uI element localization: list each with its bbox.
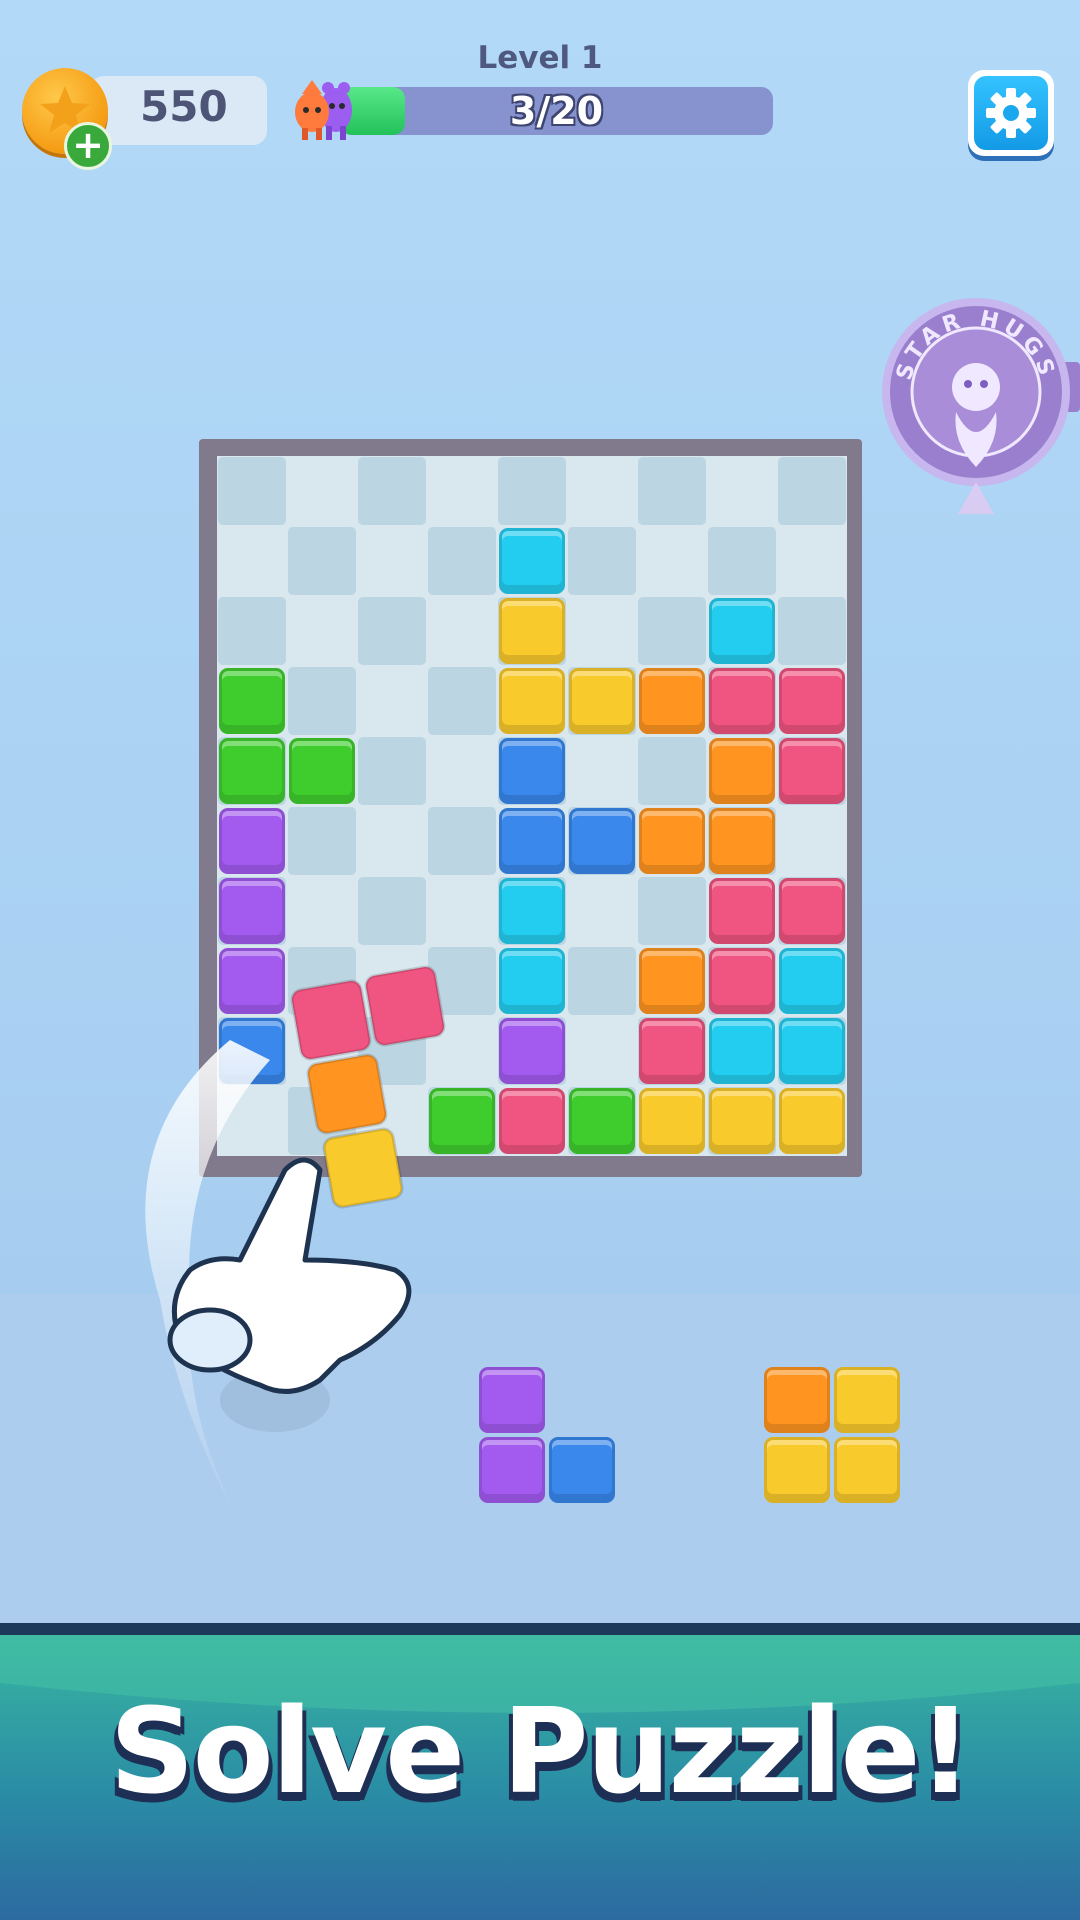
pointing-hand-icon [145, 1040, 412, 1540]
board-block-blue [499, 808, 565, 874]
grid-cell [288, 667, 356, 735]
tray-piece-2[interactable] [764, 1367, 904, 1507]
board-block-orange [709, 808, 775, 874]
board-block-cyan [779, 1018, 845, 1084]
grid-cell [708, 527, 776, 595]
board-block-green [569, 1088, 635, 1154]
grid-cell [428, 807, 496, 875]
banner-title: Solve Puzzle! [109, 1682, 973, 1820]
board-block-yellow [779, 1088, 845, 1154]
grid-cell [778, 457, 846, 525]
tray-block-yellow [834, 1437, 900, 1503]
grid-cell [498, 457, 566, 525]
board-block-blue [569, 808, 635, 874]
grid-cell [638, 877, 706, 945]
board-block-green [289, 738, 355, 804]
board-block-blue [499, 738, 565, 804]
board-block-green [219, 738, 285, 804]
grid-cell [638, 457, 706, 525]
tray-block-purple [479, 1367, 545, 1433]
grid-cell [568, 947, 636, 1015]
coin-amount: 550 [140, 82, 228, 131]
progress-text: 3/20 [509, 89, 604, 133]
board-block-yellow [709, 1088, 775, 1154]
mascot-duo-icon [288, 74, 358, 144]
grid-cell [218, 457, 286, 525]
level-progress-bar: 3/20 [340, 87, 773, 135]
board-block-pink [709, 878, 775, 944]
grid-cell [568, 527, 636, 595]
star-hugs-badge[interactable]: STAR HUGS [880, 292, 1080, 522]
grid-cell [288, 807, 356, 875]
board-block-pink [709, 668, 775, 734]
board-block-yellow [639, 1088, 705, 1154]
tray-block-blue [549, 1437, 615, 1503]
board-block-cyan [779, 948, 845, 1014]
grid-cell [218, 597, 286, 665]
add-coins-button[interactable]: + [64, 122, 112, 170]
board-block-cyan [709, 598, 775, 664]
tray-block-orange [764, 1367, 830, 1433]
board-block-cyan [499, 948, 565, 1014]
level-title: Level 1 [477, 40, 603, 76]
grid-cell [358, 737, 426, 805]
gear-icon [986, 88, 1036, 138]
tray-block-purple [479, 1437, 545, 1503]
board-block-purple [499, 1018, 565, 1084]
board-block-cyan [499, 528, 565, 594]
grid-cell [358, 597, 426, 665]
board-block-orange [639, 948, 705, 1014]
plus-icon: + [72, 123, 104, 167]
board-block-pink [639, 1018, 705, 1084]
board-block-pink [779, 738, 845, 804]
board-block-pink [709, 948, 775, 1014]
tray-block-yellow [834, 1367, 900, 1433]
board-block-purple [219, 878, 285, 944]
grid-cell [428, 667, 496, 735]
board-block-cyan [499, 878, 565, 944]
board-block-pink [779, 878, 845, 944]
board-block-purple [219, 808, 285, 874]
grid-cell [358, 877, 426, 945]
board-block-yellow [499, 668, 565, 734]
board-block-orange [639, 668, 705, 734]
board-block-pink [779, 668, 845, 734]
settings-button[interactable] [968, 70, 1054, 156]
board-block-green [219, 668, 285, 734]
board-block-cyan [709, 1018, 775, 1084]
grid-cell [358, 457, 426, 525]
board-block-orange [639, 808, 705, 874]
board-block-yellow [569, 668, 635, 734]
grid-cell [288, 527, 356, 595]
board-block-pink [499, 1088, 565, 1154]
grid-cell [638, 737, 706, 805]
board-block-yellow [499, 598, 565, 664]
tray-block-yellow [764, 1437, 830, 1503]
grid-cell [428, 527, 496, 595]
grid-cell [778, 597, 846, 665]
board-block-orange [709, 738, 775, 804]
tray-piece-1[interactable] [479, 1367, 619, 1507]
grid-cell [638, 597, 706, 665]
